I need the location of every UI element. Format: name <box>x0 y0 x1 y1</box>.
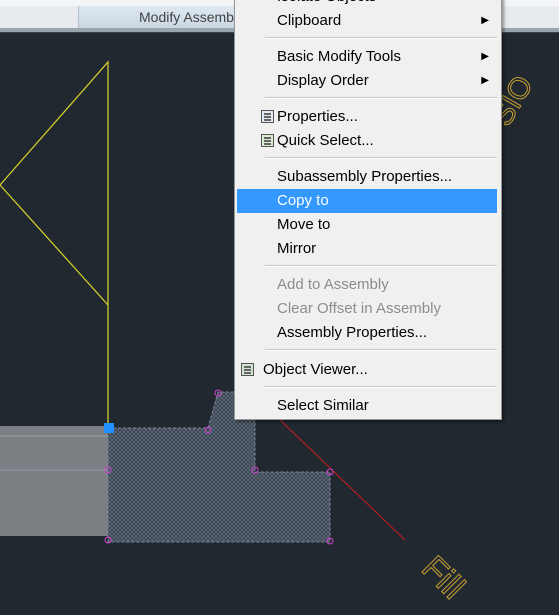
menu-separator <box>265 97 497 99</box>
quick-select-icon <box>261 134 274 147</box>
menu-item-properties[interactable]: Properties... <box>237 105 497 129</box>
menu-item-label: Isolate Objects <box>277 0 376 9</box>
menu-item-label: Subassembly Properties... <box>277 168 453 185</box>
menu-item-clear-offset: Clear Offset in Assembly <box>237 297 497 321</box>
menu-separator <box>265 386 497 388</box>
menu-separator <box>265 37 497 39</box>
fill-label: Fill <box>414 549 472 607</box>
menu-item-add-to-assembly: Add to Assembly <box>237 273 497 297</box>
menu-separator <box>265 349 497 351</box>
menu-item-basic-modify-tools[interactable]: Basic Modify Tools ▶ <box>237 45 497 69</box>
menu-separator <box>265 157 497 159</box>
modify-assembly-panel[interactable]: Modify Assembly <box>78 6 249 28</box>
menu-item-label: Clear Offset in Assembly <box>277 300 441 317</box>
object-viewer-icon <box>241 363 254 376</box>
menu-item-label: Add to Assembly <box>277 276 389 293</box>
menu-item-label: Object Viewer... <box>263 361 368 378</box>
menu-item-quick-select[interactable]: Quick Select... <box>237 129 497 153</box>
properties-icon <box>261 110 274 123</box>
menu-item-object-viewer[interactable]: Object Viewer... <box>237 358 497 382</box>
menu-separator <box>265 265 497 267</box>
pavement-area <box>0 426 110 536</box>
context-menu: Isolate Objects ▶ Clipboard ▶ Basic Modify… <box>234 0 502 420</box>
menu-item-assembly-properties[interactable]: Assembly Properties... <box>237 321 497 345</box>
menu-item-display-order[interactable]: Display Order ▶ <box>237 69 497 93</box>
menu-item-label: Assembly Properties... <box>277 324 428 341</box>
menu-item-isolate-objects[interactable]: Isolate Objects ▶ <box>237 0 497 9</box>
base-grip[interactable] <box>104 423 114 433</box>
menu-item-label: Basic Modify Tools <box>277 48 401 65</box>
menu-item-subassembly-properties[interactable]: Subassembly Properties... <box>237 165 497 189</box>
menu-item-select-similar[interactable]: Select Similar <box>237 394 497 418</box>
menu-item-label: Move to <box>277 216 331 233</box>
menu-item-label: Display Order <box>277 72 369 89</box>
menu-item-label: Mirror <box>277 240 317 257</box>
menu-item-copy-to[interactable]: Copy to <box>237 189 497 213</box>
submenu-arrow-icon: ▶ <box>481 75 489 86</box>
menu-item-move-to[interactable]: Move to <box>237 213 497 237</box>
menu-item-label: Quick Select... <box>277 132 374 149</box>
submenu-arrow-icon: ▶ <box>481 0 489 9</box>
menu-item-label: Select Similar <box>277 397 369 414</box>
submenu-arrow-icon: ▶ <box>481 51 489 62</box>
panel-label: Modify Assembly <box>139 9 245 25</box>
submenu-arrow-icon: ▶ <box>481 15 489 26</box>
menu-item-label: Copy to <box>277 192 329 209</box>
assembly-marker <box>0 60 109 428</box>
menu-item-clipboard[interactable]: Clipboard ▶ <box>237 9 497 33</box>
menu-item-mirror[interactable]: Mirror <box>237 237 497 261</box>
menu-item-label: Clipboard <box>277 12 342 29</box>
menu-item-label: Properties... <box>277 108 358 125</box>
